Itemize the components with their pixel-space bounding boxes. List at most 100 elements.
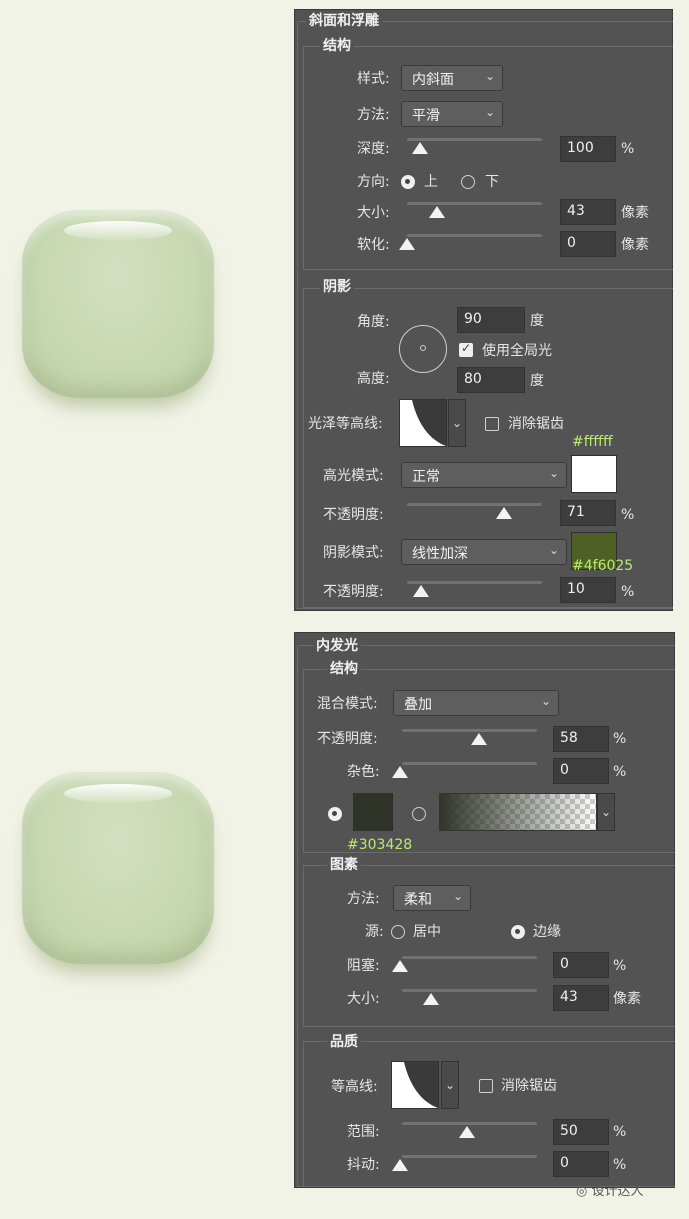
chevron-down-icon: ⌄ [548, 543, 559, 557]
source-label: 源: [365, 924, 384, 940]
soften-slider-thumb[interactable] [399, 238, 415, 250]
depth-slider-track[interactable] [407, 138, 542, 141]
highlight-opacity-label: 不透明度: [323, 507, 384, 523]
glow-contour-dropdown[interactable]: ⌄ [441, 1061, 459, 1109]
glow-size-value: 43 [560, 989, 578, 1005]
panel-title: 内发光 [313, 637, 361, 655]
contour-curve [392, 1062, 438, 1108]
highlight-opacity-track[interactable] [407, 503, 542, 506]
solid-color-radio[interactable] [328, 807, 342, 821]
highlight-opacity-input[interactable]: 71 [560, 500, 616, 526]
shadow-mode-select[interactable]: 线性加深 ⌄ [401, 539, 567, 565]
highlight-color-swatch[interactable] [571, 455, 617, 493]
elements-title: 图素 [327, 856, 361, 874]
glow-size-thumb[interactable] [423, 993, 439, 1005]
size-slider-track[interactable] [407, 202, 542, 205]
angle-value: 90 [464, 311, 482, 327]
gradient-preview[interactable] [439, 793, 597, 831]
soften-value: 0 [567, 235, 576, 251]
range-value: 50 [560, 1123, 578, 1139]
depth-slider-thumb[interactable] [412, 142, 428, 154]
glow-opacity-track[interactable] [402, 729, 537, 732]
glow-opacity-input[interactable]: 58 [553, 726, 609, 752]
gradient-radio[interactable] [412, 807, 426, 821]
gloss-contour-dropdown[interactable]: ⌄ [448, 399, 466, 447]
soften-unit: 像素 [621, 237, 649, 253]
choke-thumb[interactable] [392, 960, 408, 972]
highlight-hex-label: #ffffff [572, 434, 613, 450]
size-input[interactable]: 43 [560, 199, 616, 225]
depth-label: 深度: [357, 141, 390, 157]
choke-input[interactable]: 0 [553, 952, 609, 978]
altitude-label: 高度: [357, 371, 390, 387]
wechat-icon: ◎ [576, 1184, 588, 1199]
highlight-mode-select[interactable]: 正常 ⌄ [401, 462, 567, 488]
gloss-contour-preview[interactable] [399, 399, 447, 447]
anti-alias-checkbox[interactable] [485, 417, 499, 431]
watermark-text: 设计达人 [591, 1184, 644, 1199]
source-center-radio[interactable] [391, 925, 405, 939]
glow-size-label: 大小: [347, 991, 380, 1007]
shadow-opacity-track[interactable] [407, 581, 542, 584]
glow-opacity-thumb[interactable] [471, 733, 487, 745]
glow-anti-alias-checkbox[interactable] [479, 1079, 493, 1093]
contour-curve [400, 400, 446, 446]
range-thumb[interactable] [459, 1126, 475, 1138]
range-label: 范围: [347, 1124, 380, 1140]
shadow-opacity-input[interactable]: 10 [560, 577, 616, 603]
technique-label: 方法: [357, 107, 390, 123]
size-unit: 像素 [621, 205, 649, 221]
choke-label: 阻塞: [347, 958, 380, 974]
chevron-down-icon: ⌄ [484, 69, 495, 83]
size-slider-thumb[interactable] [429, 206, 445, 218]
glow-size-input[interactable]: 43 [553, 985, 609, 1011]
chevron-down-icon: ⌄ [452, 889, 463, 903]
noise-thumb[interactable] [392, 766, 408, 778]
direction-up-radio[interactable] [401, 175, 415, 189]
shadow-opacity-thumb[interactable] [413, 585, 429, 597]
direction-down-radio[interactable] [461, 175, 475, 189]
depth-input[interactable]: 100 [560, 136, 616, 162]
jitter-unit: % [613, 1157, 627, 1173]
blend-mode-label: 混合模式: [317, 696, 378, 712]
technique-select[interactable]: 平滑 ⌄ [401, 101, 503, 127]
gloss-highlight [64, 221, 172, 241]
shadow-hex-label: #4f6025 [572, 558, 634, 574]
jitter-thumb[interactable] [392, 1159, 408, 1171]
jitter-input[interactable]: 0 [553, 1151, 609, 1177]
contour-label: 等高线: [331, 1079, 378, 1095]
preview-button-inner-glow [22, 772, 214, 964]
range-track[interactable] [402, 1122, 537, 1125]
range-input[interactable]: 50 [553, 1119, 609, 1145]
glow-size-track[interactable] [402, 989, 537, 992]
glow-technique-select[interactable]: 柔和 ⌄ [393, 885, 471, 911]
structure-title: 结构 [320, 37, 354, 55]
jitter-track[interactable] [402, 1155, 537, 1158]
noise-label: 杂色: [347, 764, 380, 780]
highlight-opacity-thumb[interactable] [496, 507, 512, 519]
glow-contour-preview[interactable] [391, 1061, 439, 1109]
choke-value: 0 [560, 956, 569, 972]
size-label: 大小: [357, 205, 390, 221]
altitude-input[interactable]: 80 [457, 367, 525, 393]
glow-size-unit: 像素 [613, 991, 641, 1007]
choke-unit: % [613, 958, 627, 974]
noise-track[interactable] [402, 762, 537, 765]
gradient-dropdown[interactable]: ⌄ [597, 793, 615, 831]
chevron-down-icon: ⌄ [548, 466, 559, 480]
shadow-opacity-unit: % [621, 584, 635, 600]
glow-opacity-unit: % [613, 731, 627, 747]
glow-structure-title: 结构 [327, 660, 361, 678]
soften-input[interactable]: 0 [560, 231, 616, 257]
choke-track[interactable] [402, 956, 537, 959]
soften-slider-track[interactable] [407, 234, 542, 237]
style-select[interactable]: 内斜面 ⌄ [401, 65, 503, 91]
blend-mode-select[interactable]: 叠加 ⌄ [393, 690, 559, 716]
source-edge-radio[interactable] [511, 925, 525, 939]
global-light-checkbox[interactable] [459, 341, 473, 357]
noise-input[interactable]: 0 [553, 758, 609, 784]
angle-dial[interactable] [399, 325, 447, 373]
glow-technique-value: 柔和 [404, 892, 432, 908]
glow-color-swatch[interactable] [353, 793, 393, 831]
angle-input[interactable]: 90 [457, 307, 525, 333]
